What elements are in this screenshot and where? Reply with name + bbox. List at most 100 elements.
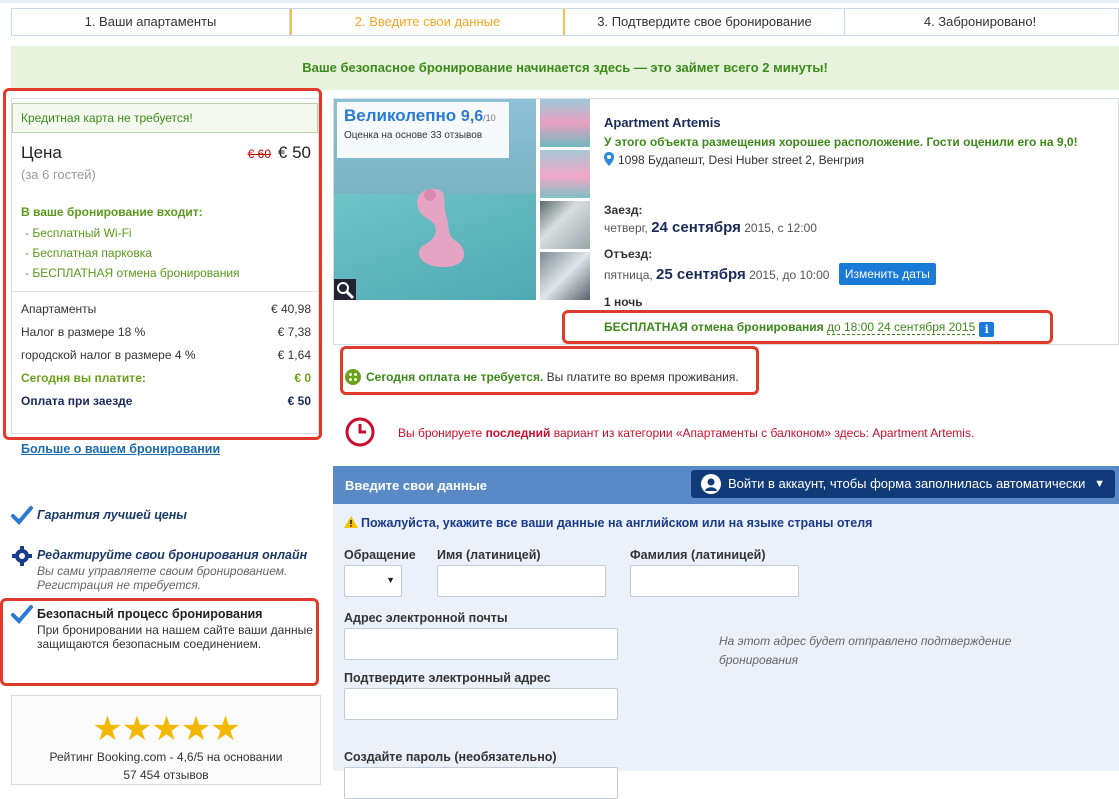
breakdown-value: € 40,98 <box>270 302 311 316</box>
checkin-date: 24 сентября <box>651 219 741 236</box>
checkout-day: пятница, <box>604 268 653 282</box>
more-about-booking-link[interactable]: Больше о вашем бронировании <box>21 442 220 456</box>
guest-count: (за 6 гостей) <box>21 167 96 182</box>
photo-thumbnail[interactable] <box>540 252 590 300</box>
first-name-input[interactable] <box>437 565 606 597</box>
email-hint: На этот адрес будет отправлено подтвержд… <box>719 634 1012 667</box>
last-room-text: Вы бронируете последний вариант из катег… <box>398 426 974 440</box>
checkin-day: четверг, <box>604 221 648 235</box>
photo-thumbnail[interactable] <box>540 201 590 249</box>
perk-title: Гарантия лучшей цены <box>37 508 187 522</box>
photo-thumbnail[interactable] <box>540 150 590 198</box>
step-1[interactable]: 1. Ваши апартаменты <box>12 9 290 35</box>
change-dates-button[interactable]: Изменить даты <box>838 263 936 285</box>
step-4: 4. Забронировано! <box>923 14 1037 29</box>
payment-dots-icon <box>345 369 361 385</box>
confirm-email-input[interactable] <box>344 688 618 720</box>
info-icon[interactable]: i <box>979 322 995 337</box>
pay-today-label: Сегодня вы платите: <box>21 371 146 385</box>
breakdown-label: Апартаменты <box>21 302 97 316</box>
rating-box: ★★★★★ Рейтинг Booking.com - 4,6/5 на осн… <box>11 695 321 785</box>
photo-thumbnails <box>540 99 590 300</box>
checkout-label: Отъезд: <box>604 247 653 261</box>
score-word: Великолепно <box>344 106 457 125</box>
perk-desc: При бронировании на нашем сайте ваши дан… <box>37 623 313 651</box>
top-strip <box>0 0 1119 3</box>
warning-text: Пожалуйста, укажите все ваши данные на а… <box>361 516 873 530</box>
hotel-name[interactable]: Apartment Artemis <box>604 115 1114 130</box>
pay-on-arrival-value: € 50 <box>287 394 311 408</box>
address-text: 1098 Будапешт, Desi Huber street 2, Венг… <box>618 153 865 167</box>
rating-stars: ★★★★★ <box>92 710 240 748</box>
booking-steps: 1. Ваши апартаменты 2. Введите свои данн… <box>11 8 1119 36</box>
perk-title: Безопасный процесс бронирования <box>37 607 263 621</box>
zoom-button[interactable] <box>334 279 356 300</box>
included-list: - Бесплатный Wi-Fi - Бесплатная парковка… <box>25 225 240 285</box>
form-body: Пожалуйста, укажите все ваши данные на а… <box>333 504 1119 799</box>
map-pin-icon <box>604 152 614 166</box>
free-cancel-label: БЕСПЛАТНАЯ отмена бронирования <box>604 320 824 334</box>
checkin-rest: 2015, с 12:00 <box>744 221 817 235</box>
checkin-value: четверг, 24 сентября 2015, с 12:00 <box>604 219 817 236</box>
email-input[interactable] <box>344 628 618 660</box>
breakdown-row: Налог в размере 18 % € 7,38 <box>21 324 311 347</box>
pay-today-row: Сегодня вы платите: € 0 <box>21 370 311 393</box>
no-card-notice: Кредитная карта не требуется! <box>12 103 318 133</box>
form-title: Введите свои данные <box>345 478 488 493</box>
last-name-input[interactable] <box>630 565 799 597</box>
hotel-info: Apartment Artemis У этого объекта размещ… <box>604 115 1114 309</box>
login-autofill-button[interactable]: Войти в аккаунт, чтобы форма заполнилась… <box>691 470 1115 498</box>
score-badge: Великолепно 9,6/10 Оценка на основе 33 о… <box>337 102 509 158</box>
email-label: Адрес электронной почты <box>344 611 508 625</box>
price-summary: Кредитная карта не требуется! Цена € 60 … <box>11 98 319 434</box>
breakdown-value: € 7,38 <box>277 325 311 339</box>
main-photo[interactable]: Великолепно 9,6/10 Оценка на основе 33 о… <box>334 99 536 300</box>
gear-icon <box>12 546 32 566</box>
checkmark-icon <box>11 506 33 525</box>
score-value: 9,6 <box>460 108 484 125</box>
included-item: - Бесплатная парковка <box>25 246 152 260</box>
last-name-label: Фамилия (латиницей) <box>630 548 766 562</box>
breakdown-value: € 1,64 <box>277 348 311 362</box>
warning-icon <box>344 516 358 528</box>
user-avatar-icon <box>701 474 721 494</box>
price-breakdown: Апартаменты € 40,98 Налог в размере 18 %… <box>21 301 311 416</box>
no-payment-rest: Вы платите во время проживания. <box>546 370 739 384</box>
included-title: В ваше бронирование входит: <box>21 205 203 219</box>
pay-today-value: € 0 <box>294 371 311 385</box>
breakdown-row: городской налог в размере 4 % € 1,64 <box>21 347 311 370</box>
password-label: Создайте пароль (необязательно) <box>344 750 557 764</box>
hotel-card: Великолепно 9,6/10 Оценка на основе 33 о… <box>333 98 1119 345</box>
breakdown-row: Апартаменты € 40,98 <box>21 301 311 324</box>
checkout-date: 25 сентября <box>656 266 746 283</box>
score-subtitle: Оценка на основе 33 отзывов <box>344 130 483 141</box>
password-input[interactable] <box>344 767 618 799</box>
clock-icon <box>345 417 375 447</box>
score-of: /10 <box>483 113 496 123</box>
new-price: € 50 <box>277 143 311 162</box>
salutation-select[interactable]: ▼ <box>344 565 402 597</box>
last-room-strong: последний <box>485 426 551 440</box>
checkin-label: Заезд: <box>604 203 643 217</box>
chevron-down-icon: ▼ <box>1094 478 1105 490</box>
checkmark-icon <box>11 605 33 624</box>
photo-thumbnail[interactable] <box>540 99 590 147</box>
included-item: - Бесплатный Wi-Fi <box>25 226 132 240</box>
last-room-pre: Вы бронируете <box>398 426 486 440</box>
salutation-label: Обращение <box>344 548 416 562</box>
step-2-active: 2. Введите свои данные <box>290 9 565 35</box>
hotel-description: У этого объекта размещения хорошее распо… <box>604 135 1078 149</box>
price-label: Цена <box>21 143 62 162</box>
score-title: Великолепно 9,6/10 <box>344 106 502 126</box>
nights-count: 1 ночь <box>604 295 643 309</box>
secure-booking-banner: Ваше безопасное бронирование начинается … <box>11 46 1119 90</box>
first-name-label: Имя (латиницей) <box>437 548 541 562</box>
breakdown-label: городской налог в размере 4 % <box>21 348 196 362</box>
rating-text: Рейтинг Booking.com - 4,6/5 на основании <box>49 750 283 764</box>
no-payment-strong: Сегодня оплата не требуется. <box>366 370 544 384</box>
pay-on-arrival-label: Оплата при заезде <box>21 394 133 408</box>
step-3: 3. Подтвердите свое бронирование <box>565 9 845 35</box>
magnifier-icon <box>337 282 355 300</box>
free-cancel-deadline[interactable]: до 18:00 24 сентября 2015 <box>826 320 976 335</box>
pay-on-arrival-row: Оплата при заезде € 50 <box>21 393 311 416</box>
